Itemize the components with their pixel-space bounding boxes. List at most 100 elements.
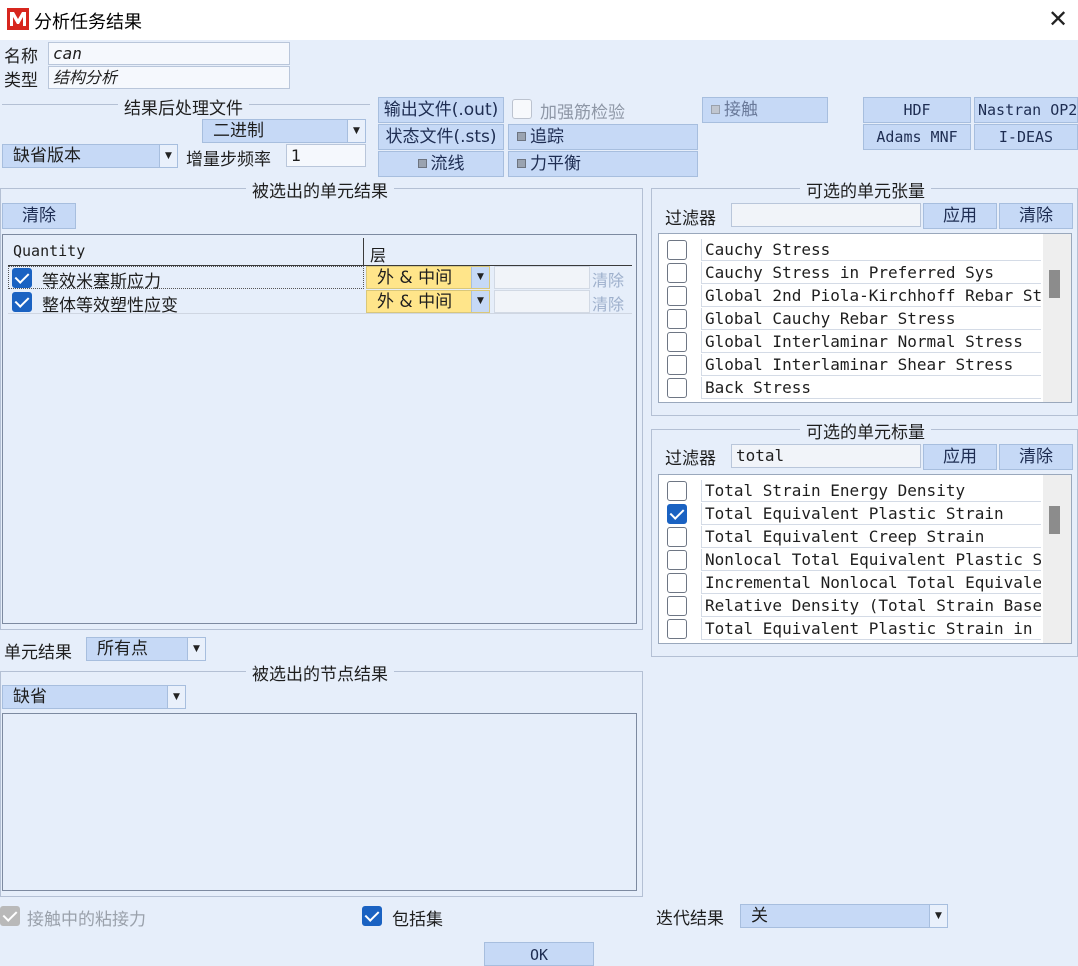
row-clear-button[interactable]: 清除 <box>592 267 624 291</box>
version-combo[interactable]: 缺省版本 ▼ <box>2 144 178 168</box>
element-results-label: 单元结果 <box>4 643 72 663</box>
increment-label: 增量步频率 <box>186 150 271 170</box>
nodal-results-list[interactable] <box>2 713 637 891</box>
list-item[interactable]: Total Equivalent Creep Strain <box>659 526 1071 549</box>
row-clear-button[interactable]: 清除 <box>592 291 624 315</box>
list-item[interactable]: Incremental Nonlocal Total Equivalent <box>659 572 1071 595</box>
item-label: Incremental Nonlocal Total Equivalent <box>701 572 1041 594</box>
toggle-indicator-icon <box>417 159 427 168</box>
format-combo[interactable]: 二进制 ▼ <box>202 119 366 143</box>
list-item[interactable]: Relative Density (Total Strain Based) <box>659 595 1071 618</box>
iteration-value: 关 <box>751 906 768 926</box>
row-checkbox[interactable] <box>12 268 32 288</box>
scalar-filter-label: 过滤器 <box>665 449 716 469</box>
version-value: 缺省版本 <box>13 146 81 166</box>
item-label: Back Stress <box>701 377 1041 399</box>
list-item[interactable]: Total Equivalent Plastic Strain <box>659 503 1071 526</box>
item-checkbox[interactable] <box>667 332 687 352</box>
nodal-results-value: 缺省 <box>13 687 47 707</box>
tensor-apply-button[interactable]: 应用 <box>923 203 997 229</box>
row-checkbox[interactable] <box>12 292 32 312</box>
layer-value: 外 & 中间 <box>377 268 453 288</box>
layer-extra-field <box>494 266 590 289</box>
hdf-button[interactable]: HDF <box>863 97 971 123</box>
tensor-filter-input[interactable] <box>731 203 921 227</box>
scalar-list[interactable]: Total Strain Energy Density Total Equiva… <box>658 474 1072 644</box>
nodal-results-combo[interactable]: 缺省 ▼ <box>2 685 186 709</box>
scalar-clear-button[interactable]: 清除 <box>999 444 1073 470</box>
toggle-indicator-icon <box>517 159 526 168</box>
item-checkbox[interactable] <box>667 550 687 570</box>
item-checkbox[interactable] <box>667 378 687 398</box>
list-item[interactable]: Cauchy Stress in Preferred Sys <box>659 262 1071 285</box>
scalar-filter-input[interactable]: total <box>731 444 921 468</box>
contact-button[interactable]: 接触 <box>702 97 828 123</box>
force-balance-button[interactable]: 力平衡 <box>508 151 698 177</box>
list-item[interactable]: Back Stress <box>659 377 1071 400</box>
item-checkbox[interactable] <box>667 263 687 283</box>
table-header <box>8 238 632 266</box>
layer-combo[interactable]: 外 & 中间 ▼ <box>366 290 490 313</box>
layer-value: 外 & 中间 <box>377 292 453 312</box>
rebar-check-label: 加强筋检验 <box>540 103 625 123</box>
name-field[interactable]: can <box>48 42 290 65</box>
iteration-combo[interactable]: 关 ▼ <box>740 904 948 928</box>
rebar-check-checkbox[interactable] <box>512 99 532 119</box>
tensor-scrollbar[interactable] <box>1043 234 1071 402</box>
scalar-scroll-thumb[interactable] <box>1049 506 1060 534</box>
tensor-scroll-thumb[interactable] <box>1049 270 1060 298</box>
ok-button[interactable]: OK <box>484 942 594 966</box>
chevron-down-icon: ▼ <box>929 905 947 927</box>
track-label: 追踪 <box>530 127 564 147</box>
element-results-combo[interactable]: 所有点 ▼ <box>86 637 206 661</box>
item-label: Nonlocal Total Equivalent Plastic Str <box>701 549 1041 571</box>
app-logo-icon <box>7 8 29 30</box>
item-checkbox[interactable] <box>667 596 687 616</box>
ideas-button[interactable]: I-DEAS <box>974 124 1078 150</box>
contact-label: 接触 <box>724 100 758 120</box>
adams-mnf-button[interactable]: Adams MNF <box>863 124 971 150</box>
scalar-apply-button[interactable]: 应用 <box>923 444 997 470</box>
tensor-panel-title: 可选的单元张量 <box>800 177 931 202</box>
toggle-indicator-icon <box>711 105 720 114</box>
nastran-op2-button[interactable]: Nastran OP2 <box>974 97 1078 123</box>
item-checkbox[interactable] <box>667 527 687 547</box>
include-sets-checkbox[interactable] <box>362 906 382 926</box>
item-checkbox[interactable] <box>667 504 687 524</box>
track-button[interactable]: 追踪 <box>508 124 698 150</box>
selected-element-results-title: 被选出的单元结果 <box>246 177 394 202</box>
status-file-button[interactable]: 状态文件(.sts) <box>378 124 504 150</box>
element-results-value: 所有点 <box>97 639 148 659</box>
contact-adhesion-checkbox[interactable] <box>0 906 20 926</box>
type-label: 类型 <box>4 71 38 91</box>
list-item[interactable]: Total Strain Energy Density <box>659 480 1071 503</box>
format-value: 二进制 <box>213 121 264 141</box>
item-checkbox[interactable] <box>667 240 687 260</box>
increment-input[interactable]: 1 <box>286 144 366 167</box>
layer-combo[interactable]: 外 & 中间 ▼ <box>366 266 490 289</box>
list-item[interactable]: Global Cauchy Rebar Stress <box>659 308 1071 331</box>
list-item[interactable]: Global 2nd Piola-Kirchhoff Rebar Stre <box>659 285 1071 308</box>
item-checkbox[interactable] <box>667 355 687 375</box>
tensor-clear-button[interactable]: 清除 <box>999 203 1073 229</box>
close-icon[interactable]: ✕ <box>1042 4 1074 34</box>
item-checkbox[interactable] <box>667 286 687 306</box>
item-label: Total Strain Energy Density <box>701 480 1041 502</box>
list-item[interactable]: Nonlocal Total Equivalent Plastic Str <box>659 549 1071 572</box>
scalar-panel-title: 可选的单元标量 <box>800 418 931 443</box>
item-checkbox[interactable] <box>667 619 687 639</box>
scalar-scrollbar[interactable] <box>1043 475 1071 643</box>
list-item[interactable]: Global Interlaminar Shear Stress <box>659 354 1071 377</box>
tensor-filter-label: 过滤器 <box>665 209 716 229</box>
item-checkbox[interactable] <box>667 573 687 593</box>
title-bar <box>0 0 1078 40</box>
output-file-button[interactable]: 输出文件(.out) <box>378 97 504 123</box>
clear-element-results-button[interactable]: 清除 <box>2 203 76 229</box>
item-checkbox[interactable] <box>667 481 687 501</box>
tensor-list[interactable]: Cauchy Stress Cauchy Stress in Preferred… <box>658 233 1072 403</box>
list-item[interactable]: Total Equivalent Plastic Strain in Mu <box>659 618 1071 641</box>
list-item[interactable]: Cauchy Stress <box>659 239 1071 262</box>
item-checkbox[interactable] <box>667 309 687 329</box>
streamline-button[interactable]: 流线 <box>378 151 504 177</box>
list-item[interactable]: Global Interlaminar Normal Stress <box>659 331 1071 354</box>
